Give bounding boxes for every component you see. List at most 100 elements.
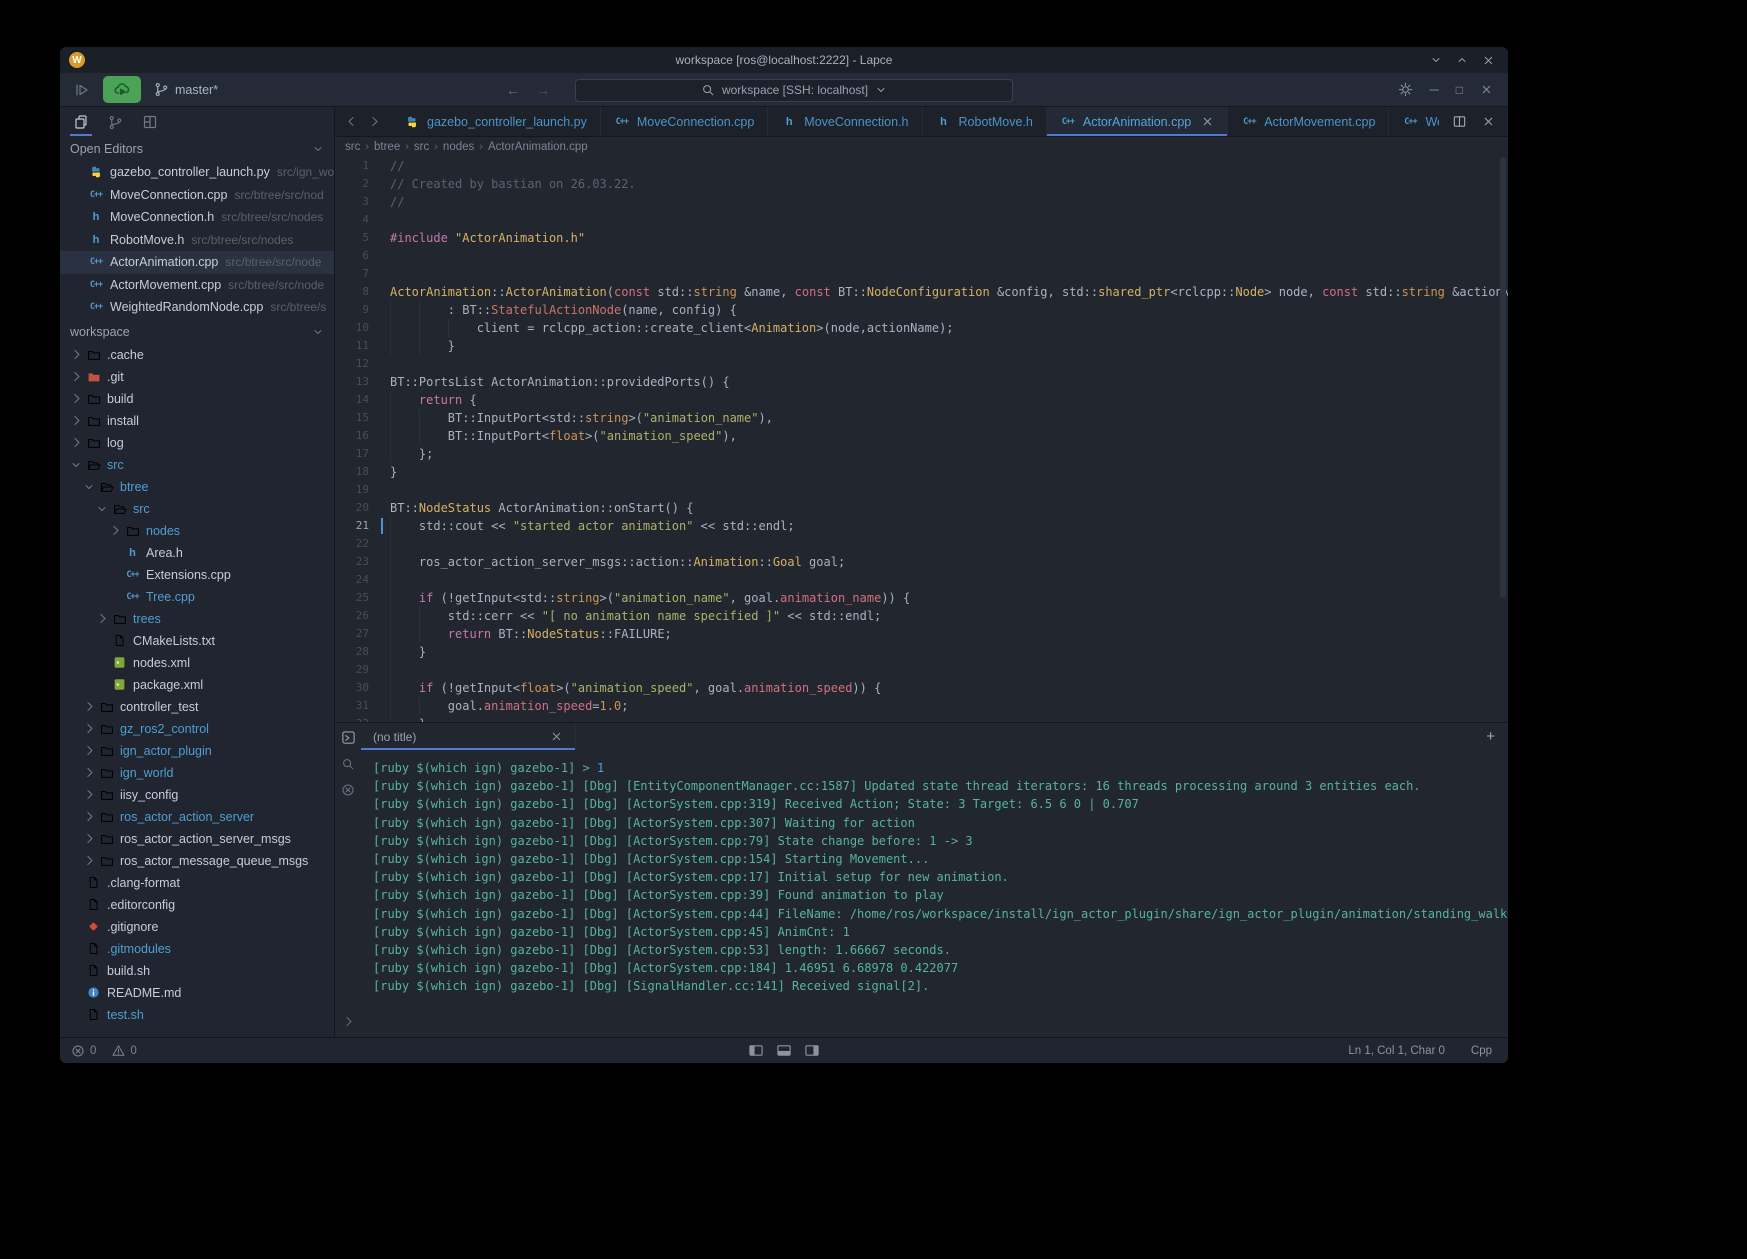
code-editor[interactable]: 1//2// Created by bastian on 26.03.22.3/… (335, 157, 1508, 722)
search-panel-icon[interactable] (341, 757, 355, 771)
tree-item-ign-world[interactable]: ign_world (60, 762, 334, 784)
tree-item-iisy-config[interactable]: iisy_config (60, 784, 334, 806)
tree-item-gitignore[interactable]: .gitignore (60, 916, 334, 938)
open-editor-robotmove-h[interactable]: hRobotMove.hsrc/btree/src/nodes (60, 229, 334, 252)
tree-item-ros-actor-action-server-msgs[interactable]: ros_actor_action_server_msgs (60, 828, 334, 850)
tab-actoranimation-cpp[interactable]: C++ActorAnimation.cpp (1047, 107, 1228, 136)
terminal-tab[interactable]: (no title) (361, 723, 576, 750)
run-icon[interactable] (74, 82, 90, 98)
tree-item-git[interactable]: .git (60, 366, 334, 388)
problems-summary[interactable]: 0 0 (60, 1044, 137, 1058)
tab-gazebo-controller-launch-py[interactable]: gazebo_controller_launch.py (391, 107, 601, 136)
code-line-2[interactable]: 2// Created by bastian on 26.03.22. (335, 175, 1508, 193)
source-control-icon[interactable] (108, 115, 123, 130)
terminal-panel-icon[interactable] (341, 730, 356, 745)
tree-item-cache[interactable]: .cache (60, 344, 334, 366)
new-terminal-icon[interactable]: + (1486, 728, 1508, 745)
tab-moveconnection-h[interactable]: hMoveConnection.h (768, 107, 922, 136)
tree-item-ros-actor-action-server[interactable]: ros_actor_action_server (60, 806, 334, 828)
tab-moveconnection-cpp[interactable]: C++MoveConnection.cpp (601, 107, 768, 136)
maximize-icon[interactable]: □ (1456, 83, 1463, 97)
tab-close-icon[interactable] (1201, 115, 1214, 128)
code-line-8[interactable]: 8ActorAnimation::ActorAnimation(const st… (335, 283, 1508, 301)
open-editor-gazebo-controller-launch-py[interactable]: gazebo_controller_launch.pysrc/ign_wo (60, 161, 334, 184)
code-line-11[interactable]: 11 } (335, 337, 1508, 355)
tree-item-nodes[interactable]: nodes (60, 520, 334, 542)
problems-panel-icon[interactable] (341, 783, 355, 797)
tree-item-cmakelists-txt[interactable]: CMakeLists.txt (60, 630, 334, 652)
expand-panel-icon[interactable] (342, 1015, 355, 1037)
language-mode[interactable]: Cpp (1471, 1045, 1492, 1057)
code-line-14[interactable]: 14 return { (335, 391, 1508, 409)
code-line-10[interactable]: 10 client = rclcpp_action::create_client… (335, 319, 1508, 337)
tree-item-controller-test[interactable]: controller_test (60, 696, 334, 718)
back-button[interactable]: ← (503, 82, 523, 98)
code-line-1[interactable]: 1// (335, 157, 1508, 175)
workspace-search-input[interactable]: workspace [SSH: localhost] (575, 79, 1013, 102)
code-line-18[interactable]: 18} (335, 463, 1508, 481)
open-editor-weightedrandomnode-cpp[interactable]: C++WeightedRandomNode.cppsrc/btree/s (60, 296, 334, 319)
breadcrumb-item[interactable]: src (345, 141, 360, 153)
code-line-3[interactable]: 3// (335, 193, 1508, 211)
code-line-15[interactable]: 15 BT::InputPort<std::string>("animation… (335, 409, 1508, 427)
workspace-header[interactable]: workspace (60, 320, 334, 344)
code-line-4[interactable]: 4 (335, 211, 1508, 229)
forward-button[interactable]: → (533, 82, 553, 98)
code-line-22[interactable]: 22 (335, 535, 1508, 553)
close-icon[interactable] (1480, 83, 1493, 96)
breadcrumb-item[interactable]: nodes (443, 141, 474, 153)
code-line-7[interactable]: 7 (335, 265, 1508, 283)
tab-actormovement-cpp[interactable]: C++ActorMovement.cpp (1228, 107, 1389, 136)
tab-weightedra[interactable]: C++WeightedRa (1389, 107, 1439, 136)
tree-item-test-sh[interactable]: test.sh (60, 1004, 334, 1026)
tab-forward-icon[interactable] (368, 115, 381, 128)
terminal-output[interactable]: [ruby $(which ign) gazebo-1] > 1[ruby $(… (361, 750, 1508, 1037)
maximize-window-icon[interactable] (1456, 54, 1468, 66)
code-line-17[interactable]: 17 }; (335, 445, 1508, 463)
code-line-5[interactable]: 5#include "ActorAnimation.h" (335, 229, 1508, 247)
tree-item-log[interactable]: log (60, 432, 334, 454)
open-editor-actoranimation-cpp[interactable]: C++ActorAnimation.cppsrc/btree/src/node (60, 251, 334, 274)
open-editor-moveconnection-h[interactable]: hMoveConnection.hsrc/btree/src/nodes (60, 206, 334, 229)
code-line-16[interactable]: 16 BT::InputPort<float>("animation_speed… (335, 427, 1508, 445)
code-line-6[interactable]: 6 (335, 247, 1508, 265)
tab-back-icon[interactable] (345, 115, 358, 128)
code-line-29[interactable]: 29 (335, 661, 1508, 679)
settings-gear-icon[interactable] (1398, 82, 1413, 97)
tree-item-nodes-xml[interactable]: nodes.xml (60, 652, 334, 674)
code-line-20[interactable]: 20BT::NodeStatus ActorAnimation::onStart… (335, 499, 1508, 517)
tree-item-ign-actor-plugin[interactable]: ign_actor_plugin (60, 740, 334, 762)
breadcrumb-item[interactable]: btree (374, 141, 400, 153)
terminal-tab-close-icon[interactable] (550, 730, 563, 743)
tree-item-build[interactable]: build (60, 388, 334, 410)
code-line-21[interactable]: 21 std::cout << "started actor animation… (335, 517, 1508, 535)
code-line-26[interactable]: 26 std::cerr << "[ no animation name spe… (335, 607, 1508, 625)
code-line-28[interactable]: 28 } (335, 643, 1508, 661)
toggle-right-panel-icon[interactable] (805, 1043, 820, 1058)
tree-item-tree-cpp[interactable]: C++Tree.cpp (60, 586, 334, 608)
close-window-icon[interactable] (1482, 54, 1495, 67)
split-editor-icon[interactable] (1452, 114, 1467, 129)
toggle-left-panel-icon[interactable] (749, 1043, 764, 1058)
toggle-bottom-panel-icon[interactable] (777, 1043, 792, 1058)
code-line-27[interactable]: 27 return BT::NodeStatus::FAILURE; (335, 625, 1508, 643)
code-line-25[interactable]: 25 if (!getInput<std::string>("animation… (335, 589, 1508, 607)
breadcrumb-item[interactable]: src (414, 141, 429, 153)
code-line-32[interactable]: 32 } (335, 715, 1508, 722)
code-line-31[interactable]: 31 goal.animation_speed=1.0; (335, 697, 1508, 715)
tree-item-build-sh[interactable]: build.sh (60, 960, 334, 982)
tree-item-gz-ros2-control[interactable]: gz_ros2_control (60, 718, 334, 740)
tree-item-trees[interactable]: trees (60, 608, 334, 630)
open-editor-actormovement-cpp[interactable]: C++ActorMovement.cppsrc/btree/src/node (60, 274, 334, 297)
tree-item-package-xml[interactable]: package.xml (60, 674, 334, 696)
shade-window-icon[interactable] (1430, 54, 1442, 66)
tree-item-src[interactable]: src (60, 498, 334, 520)
code-line-30[interactable]: 30 if (!getInput<float>("animation_speed… (335, 679, 1508, 697)
code-line-19[interactable]: 19 (335, 481, 1508, 499)
open-editor-moveconnection-cpp[interactable]: C++MoveConnection.cppsrc/btree/src/nod (60, 184, 334, 207)
tree-item-extensions-cpp[interactable]: C++Extensions.cpp (60, 564, 334, 586)
tree-item-area-h[interactable]: hArea.h (60, 542, 334, 564)
tree-item-install[interactable]: install (60, 410, 334, 432)
close-editor-icon[interactable] (1482, 115, 1495, 128)
tree-item-gitmodules[interactable]: .gitmodules (60, 938, 334, 960)
